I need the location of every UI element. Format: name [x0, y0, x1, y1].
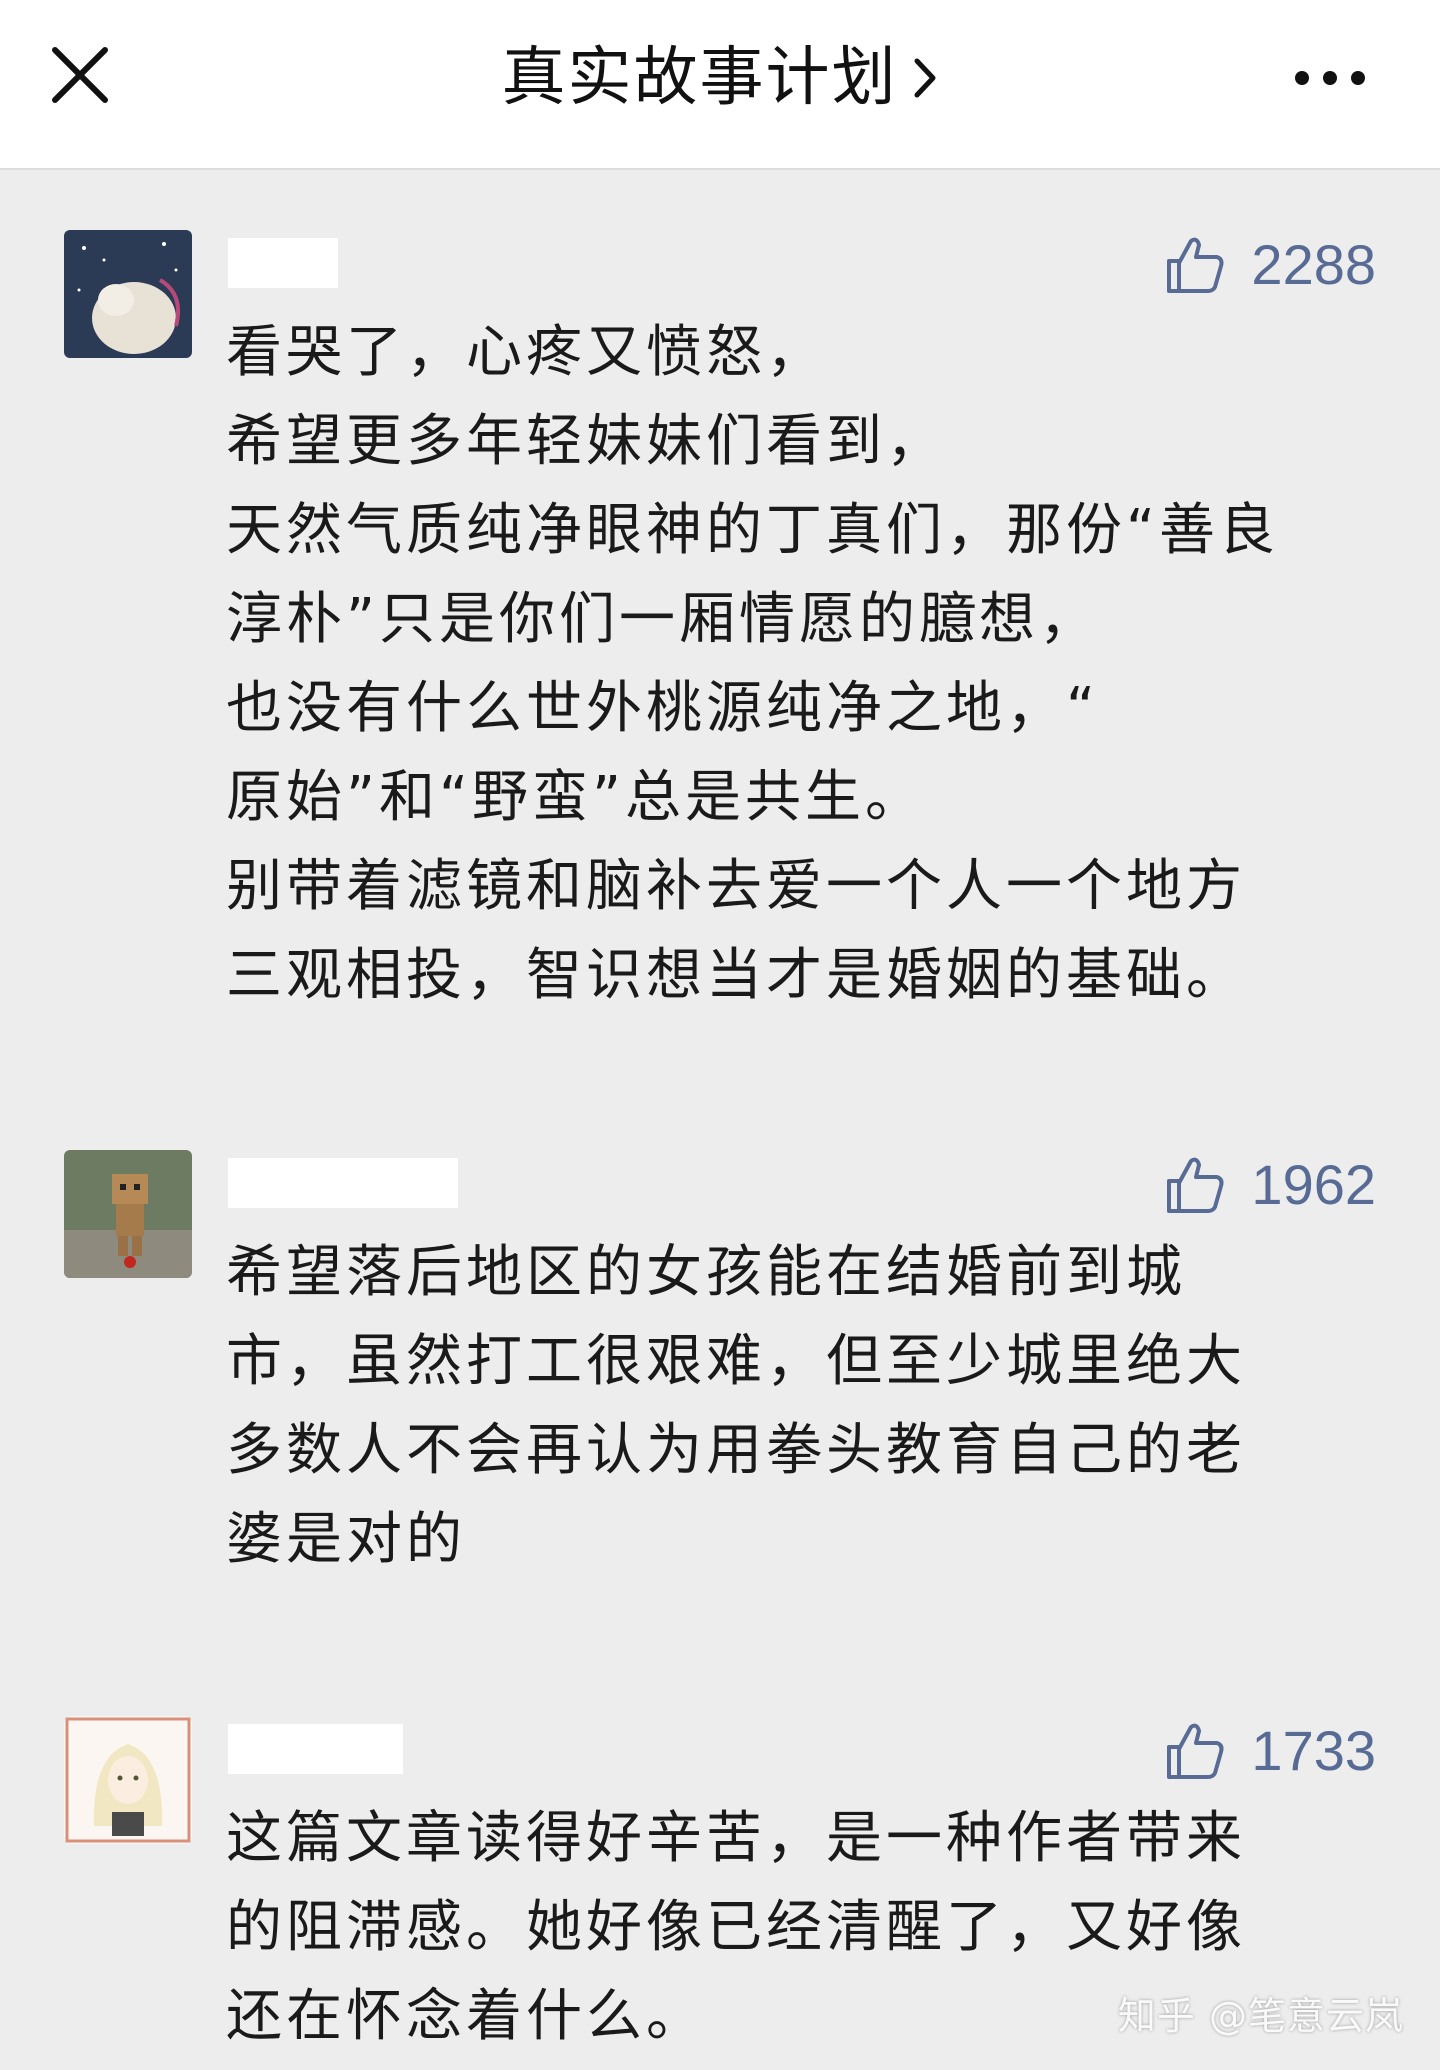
comment-line: 婆是对的: [226, 1507, 466, 1572]
thumbs-up-icon: [1167, 1157, 1224, 1213]
username-redacted[interactable]: [228, 1158, 458, 1208]
top-bar: 真实故事计划: [0, 0, 1440, 170]
chevron-right-icon: [914, 58, 936, 98]
comment-line: 三观相投，智识想当才是婚姻的基础。: [226, 943, 1246, 1008]
username-redacted[interactable]: [228, 1724, 403, 1774]
more-dots-icon[interactable]: [1290, 58, 1370, 98]
comment-line: 原始”和“野蛮”总是共生。: [226, 765, 926, 830]
watermark: 知乎 @笔意云岚: [1117, 1994, 1404, 2038]
like-count: 1962: [1251, 1153, 1376, 1216]
comment-text: 看哭了，心疼又愤怒， 希望更多年轻妹妹们看到， 天然气质纯净眼神的丁真们，那份“…: [226, 308, 1386, 1020]
thumbs-up-icon: [1167, 237, 1224, 293]
comment-line: 天然气质纯净眼神的丁真们，那份“善良: [226, 498, 1280, 563]
avatar[interactable]: [64, 1150, 192, 1278]
username-redacted[interactable]: [228, 238, 338, 288]
comment-item: 2288 看哭了，心疼又愤怒， 希望更多年轻妹妹们看到， 天然气质纯净眼神的丁真…: [0, 230, 1440, 1050]
avatar[interactable]: [64, 1716, 192, 1844]
comment-item: 1962 希望落后地区的女孩能在结婚前到城 市，虽然打工很艰难，但至少城里绝大 …: [0, 1150, 1440, 1590]
like-button[interactable]: 2288: [1163, 230, 1376, 300]
comment-line: 淳朴”只是你们一厢情愿的臆想，: [226, 587, 1100, 652]
comment-line: 这篇文章读得好辛苦，是一种作者带来: [226, 1806, 1246, 1871]
comment-line: 希望更多年轻妹妹们看到，: [226, 409, 946, 474]
like-count: 2288: [1251, 233, 1376, 296]
page-title: 真实故事计划: [501, 41, 898, 115]
comment-line: 也没有什么世外桃源纯净之地，“: [226, 676, 1100, 741]
comment-line: 别带着滤镜和脑补去爱一个人一个地方: [226, 854, 1246, 919]
comment-line: 的阻滞感。她好像已经清醒了，又好像: [226, 1895, 1246, 1960]
like-button[interactable]: 1962: [1163, 1150, 1376, 1220]
account-title-link[interactable]: 真实故事计划: [0, 38, 1440, 118]
comment-line: 市，虽然打工很艰难，但至少城里绝大: [226, 1329, 1246, 1394]
like-count: 1733: [1251, 1719, 1376, 1782]
thumbs-up-icon: [1167, 1723, 1224, 1779]
avatar[interactable]: [64, 230, 192, 358]
comment-line: 多数人不会再认为用拳头教育自己的老: [226, 1418, 1246, 1483]
comment-line: 希望落后地区的女孩能在结婚前到城: [226, 1240, 1186, 1305]
like-button[interactable]: 1733: [1163, 1716, 1376, 1786]
comment-text: 希望落后地区的女孩能在结婚前到城 市，虽然打工很艰难，但至少城里绝大 多数人不会…: [226, 1228, 1386, 1584]
comment-line: 看哭了，心疼又愤怒，: [226, 320, 826, 385]
